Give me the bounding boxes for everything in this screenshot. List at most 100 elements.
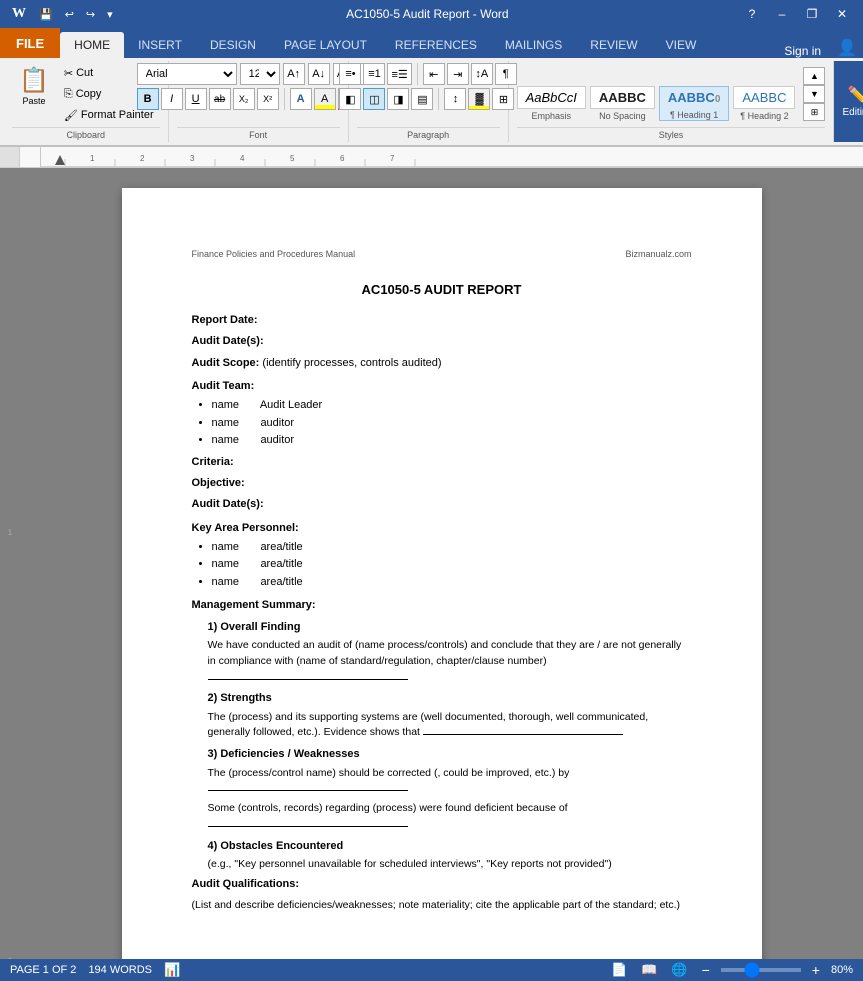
minimize-btn[interactable]: – bbox=[769, 4, 795, 24]
redo-quick-btn[interactable]: ↪ bbox=[83, 6, 98, 23]
status-bar-left: PAGE 1 OF 2 194 WORDS 📊 bbox=[10, 962, 180, 978]
svg-text:4: 4 bbox=[240, 154, 245, 163]
text-highlight-btn[interactable]: A bbox=[314, 88, 336, 110]
tab-references[interactable]: REFERENCES bbox=[381, 32, 491, 58]
zoom-slider[interactable] bbox=[721, 968, 801, 972]
audit-scope-value: (identify processes, controls audited) bbox=[262, 357, 441, 369]
tab-design[interactable]: DESIGN bbox=[196, 32, 270, 58]
sep2 bbox=[417, 63, 418, 85]
save-quick-btn[interactable]: 💾 bbox=[36, 6, 56, 23]
align-right-btn[interactable]: ◨ bbox=[387, 88, 409, 110]
font-label[interactable]: Font bbox=[177, 127, 340, 142]
read-mode-btn[interactable]: 📖 bbox=[638, 962, 660, 978]
section-overall-heading: Overall Finding bbox=[220, 621, 300, 633]
document-page[interactable]: Finance Policies and Procedures Manual B… bbox=[122, 188, 762, 981]
section-overall-number: 1) bbox=[208, 621, 218, 633]
section-deficiencies: 3) Deficiencies / Weaknesses The (proces… bbox=[208, 747, 692, 832]
title-bar-right: ? – ❐ ✕ bbox=[739, 4, 855, 24]
tab-bar: FILE HOME INSERT DESIGN PAGE LAYOUT REFE… bbox=[0, 28, 863, 58]
customize-quick-btn[interactable]: ▾ bbox=[104, 6, 116, 23]
tab-mailings[interactable]: MAILINGS bbox=[491, 32, 576, 58]
increase-indent-btn[interactable]: ⇥ bbox=[447, 63, 469, 85]
word-icon: W bbox=[8, 5, 30, 23]
text-effect-btn[interactable]: A bbox=[290, 88, 312, 110]
underline-btn[interactable]: U bbox=[185, 88, 207, 110]
status-bar: PAGE 1 OF 2 194 WORDS 📊 📄 📖 🌐 − + 80% bbox=[0, 959, 863, 981]
styles-scroll-down-btn[interactable]: ▼ bbox=[803, 85, 825, 103]
personnel-title-1: area/title bbox=[260, 558, 302, 570]
help-btn[interactable]: ? bbox=[739, 4, 765, 24]
align-left-btn[interactable]: ◧ bbox=[339, 88, 361, 110]
list-item: name area/title bbox=[212, 540, 692, 555]
tab-insert[interactable]: INSERT bbox=[124, 32, 196, 58]
grow-font-btn[interactable]: A↑ bbox=[283, 63, 305, 85]
svg-text:6: 6 bbox=[340, 154, 345, 163]
section-strengths-heading: Strengths bbox=[220, 692, 271, 704]
title-bar: W 💾 ↩ ↪ ▾ AC1050-5 Audit Report - Word ?… bbox=[0, 0, 863, 28]
svg-text:2: 2 bbox=[140, 154, 145, 163]
styles-label[interactable]: Styles bbox=[517, 127, 826, 142]
ribbon: 📋 Paste ✂ Cut ⎘ Copy 🖌 bbox=[0, 58, 863, 147]
bold-btn[interactable]: B bbox=[137, 88, 159, 110]
shrink-font-btn[interactable]: A↓ bbox=[308, 63, 330, 85]
page-header: Finance Policies and Procedures Manual B… bbox=[192, 248, 692, 261]
styles-expand-btn[interactable]: ⊞ bbox=[803, 103, 825, 121]
font-name-select[interactable]: Arial Times New Roman Calibri bbox=[137, 63, 237, 85]
superscript-btn[interactable]: X² bbox=[257, 88, 279, 110]
close-btn[interactable]: ✕ bbox=[829, 4, 855, 24]
multilevel-btn[interactable]: ≡☰ bbox=[387, 63, 411, 85]
font-size-select[interactable]: 12 10 14 16 bbox=[240, 63, 280, 85]
line-spacing-btn[interactable]: ↕ bbox=[444, 88, 466, 110]
zoom-minus-btn[interactable]: − bbox=[699, 962, 713, 978]
strikethrough-btn[interactable]: ab bbox=[209, 88, 231, 110]
section-overall-body: We have conducted an audit of (name proc… bbox=[208, 638, 692, 685]
clipboard-label[interactable]: Clipboard bbox=[12, 127, 160, 142]
mgmt-summary-title: Management Summary: bbox=[192, 598, 692, 613]
zoom-plus-btn[interactable]: + bbox=[809, 962, 823, 978]
paste-btn[interactable]: 📋 Paste bbox=[12, 63, 56, 111]
sep1 bbox=[284, 88, 285, 110]
ruler-corner bbox=[0, 147, 20, 167]
undo-quick-btn[interactable]: ↩ bbox=[62, 6, 77, 23]
audit-scope-label: Audit Scope: bbox=[192, 357, 260, 369]
key-personnel-title: Key Area Personnel: bbox=[192, 521, 692, 536]
editing-badge: ✏️ Editing bbox=[834, 61, 863, 142]
print-layout-btn[interactable]: 📄 bbox=[608, 962, 630, 978]
web-layout-btn[interactable]: 🌐 bbox=[668, 962, 690, 978]
tab-file[interactable]: FILE bbox=[0, 28, 60, 58]
ruler-svg: 1 2 3 4 5 6 7 bbox=[40, 147, 863, 167]
bullets-btn[interactable]: ≡• bbox=[339, 63, 361, 85]
tab-page-layout[interactable]: PAGE LAYOUT bbox=[270, 32, 381, 58]
user-icon: 👤 bbox=[831, 38, 863, 58]
document-title: AC1050-5 AUDIT REPORT bbox=[192, 281, 692, 299]
main-content: Finance Policies and Procedures Manual B… bbox=[20, 168, 863, 981]
tab-view[interactable]: VIEW bbox=[652, 32, 711, 58]
justify-btn[interactable]: ▤ bbox=[411, 88, 433, 110]
spacer bbox=[192, 918, 692, 958]
sort-btn[interactable]: ↕A bbox=[471, 63, 493, 85]
editing-icon: ✏️ bbox=[848, 85, 863, 105]
subscript-btn[interactable]: X₂ bbox=[233, 88, 255, 110]
section-overall-blank bbox=[208, 679, 408, 680]
paragraph-label[interactable]: Paragraph bbox=[357, 127, 500, 142]
word-count: 194 WORDS bbox=[88, 964, 152, 976]
section-deficiencies-title: 3) Deficiencies / Weaknesses bbox=[208, 747, 692, 762]
numbering-btn[interactable]: ≡1 bbox=[363, 63, 385, 85]
shading-btn[interactable]: ▓ bbox=[468, 88, 490, 110]
italic-btn[interactable]: I bbox=[161, 88, 183, 110]
accessibility-icon[interactable]: 📊 bbox=[164, 962, 180, 978]
cut-icon: ✂ bbox=[64, 67, 73, 80]
audit-dates2-field: Audit Date(s): bbox=[192, 497, 692, 512]
audit-dates-label: Audit Date(s): bbox=[192, 335, 264, 347]
decrease-indent-btn[interactable]: ⇤ bbox=[423, 63, 445, 85]
restore-btn[interactable]: ❐ bbox=[799, 4, 825, 24]
tab-home[interactable]: HOME bbox=[60, 32, 124, 58]
report-date-field: Report Date: bbox=[192, 313, 692, 328]
audit-team-title: Audit Team: bbox=[192, 379, 692, 394]
title-bar-title: AC1050-5 Audit Report - Word bbox=[116, 7, 739, 21]
sign-in-area[interactable]: Sign in bbox=[774, 44, 831, 58]
align-center-btn[interactable]: ◫ bbox=[363, 88, 385, 110]
styles-scroll-up-btn[interactable]: ▲ bbox=[803, 67, 825, 85]
key-personnel-list: name area/title name area/title name are… bbox=[212, 540, 692, 590]
tab-review[interactable]: REVIEW bbox=[576, 32, 651, 58]
